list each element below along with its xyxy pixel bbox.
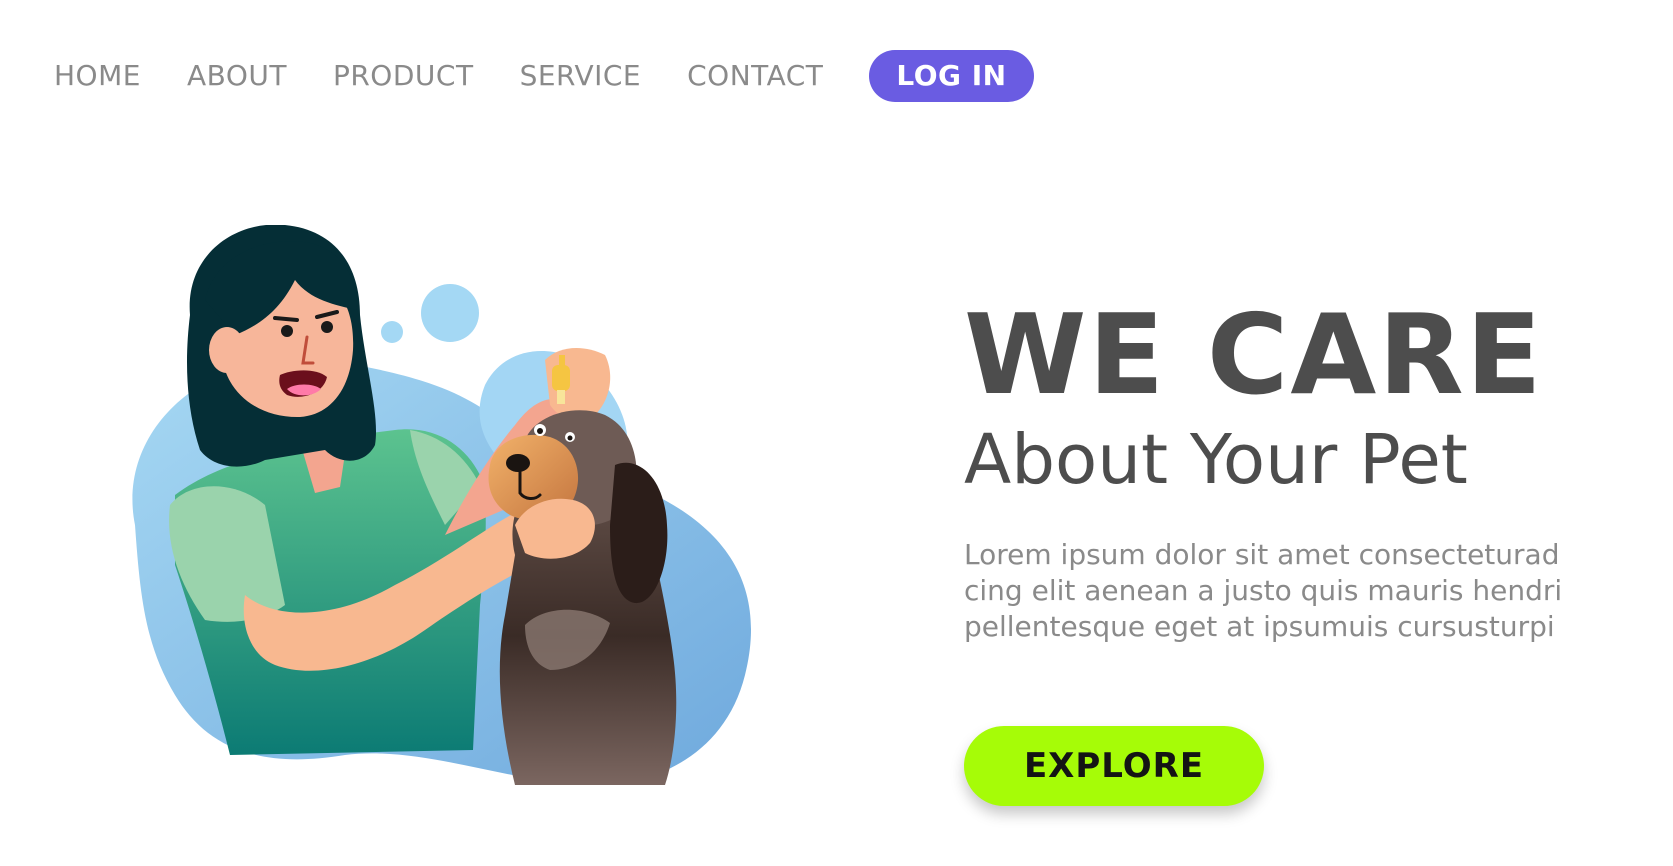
nav-link-service[interactable]: SERVICE (520, 49, 642, 103)
hero-description-line: cing elit aenean a justo quis mauris hen… (964, 574, 1563, 607)
bubble (381, 321, 403, 343)
hero-description: Lorem ipsum dolor sit amet consecteturad… (964, 537, 1654, 645)
vet-with-dog-illustration (95, 225, 815, 855)
nav-link-about[interactable]: ABOUT (187, 49, 287, 103)
hero-description-line: pellentesque eget at ipsumuis cursusturp… (964, 610, 1555, 643)
hero-title: WE CARE (964, 291, 1544, 420)
dog-pupil (537, 428, 543, 434)
woman-ear (209, 327, 245, 373)
woman-eye (281, 325, 293, 337)
bubble (421, 284, 479, 342)
main-nav: HOME ABOUT PRODUCT SERVICE CONTACT LOG I… (54, 49, 1034, 103)
hero-illustration (95, 225, 815, 855)
woman-eye (321, 321, 333, 333)
login-button[interactable]: LOG IN (869, 50, 1034, 102)
bottom-wave (95, 772, 815, 855)
landing-page: HOME ABOUT PRODUCT SERVICE CONTACT LOG I… (0, 0, 1673, 866)
hero-subtitle: About Your Pet (964, 420, 1468, 500)
explore-button[interactable]: EXPLORE (964, 726, 1264, 806)
woman-brow (273, 316, 299, 322)
nav-link-product[interactable]: PRODUCT (333, 49, 474, 103)
hero-description-line: Lorem ipsum dolor sit amet consecteturad (964, 538, 1560, 571)
nav-link-home[interactable]: HOME (54, 49, 141, 103)
dog-nose (506, 454, 530, 472)
nav-link-contact[interactable]: CONTACT (687, 49, 823, 103)
hero-section: WE CARE About Your Pet Lorem ipsum dolor… (964, 298, 1654, 645)
dog-pupil (567, 435, 573, 441)
